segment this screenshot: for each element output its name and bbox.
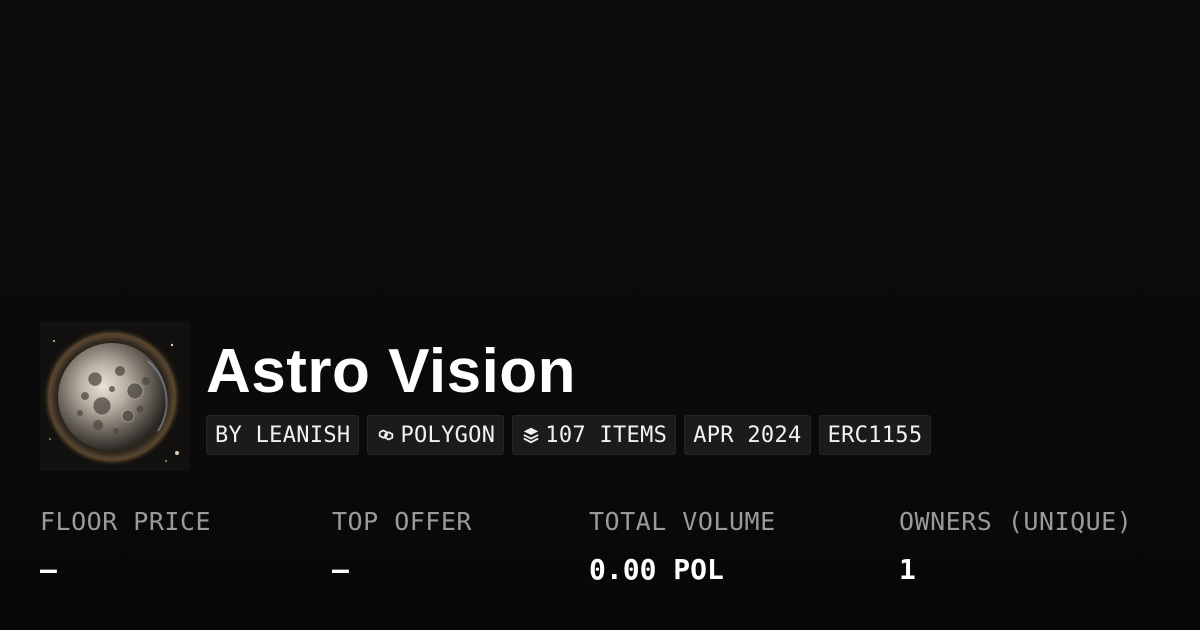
collection-stats: FLOOR PRICE — TOP OFFER — TOTAL VOLUME 0… xyxy=(0,500,1200,610)
owners-stat: OWNERS (UNIQUE) 1 xyxy=(899,500,1132,590)
chain-tag[interactable]: POLYGON xyxy=(367,415,505,455)
items-tag-label: 107 ITEMS xyxy=(545,422,668,448)
total-volume-stat: TOTAL VOLUME 0.00 POL xyxy=(589,500,776,590)
chain-tag-label: POLYGON xyxy=(400,422,496,448)
moon-image xyxy=(40,321,190,471)
floor-price-stat: FLOOR PRICE — xyxy=(40,500,211,590)
floor-price-value: — xyxy=(40,553,57,586)
total-volume-value: 0.00 POL xyxy=(589,553,724,586)
top-offer-label: TOP OFFER xyxy=(332,507,472,536)
collection-tags: BY LEANISH POLYGON 107 ITEMS APR 2024 ER… xyxy=(206,415,932,455)
layers-icon xyxy=(521,425,541,445)
items-tag: 107 ITEMS xyxy=(512,415,677,455)
owners-value: 1 xyxy=(899,553,916,586)
floor-price-label: FLOOR PRICE xyxy=(40,507,212,536)
total-volume-label: TOTAL VOLUME xyxy=(589,507,776,536)
collection-title: Astro Vision xyxy=(206,337,577,406)
polygon-chain-icon xyxy=(376,425,396,445)
date-tag-label: APR 2024 xyxy=(693,422,802,448)
standard-tag-label: ERC1155 xyxy=(827,422,923,448)
top-offer-value: — xyxy=(332,553,349,586)
standard-tag: ERC1155 xyxy=(818,415,932,455)
creator-tag-label: BY LEANISH xyxy=(215,422,351,448)
collection-avatar xyxy=(40,321,190,471)
collection-card: Astro Vision BY LEANISH POLYGON 107 ITEM… xyxy=(0,0,1200,630)
top-offer-stat: TOP OFFER — xyxy=(332,500,472,590)
owners-label: OWNERS (UNIQUE) xyxy=(899,507,1133,536)
date-tag: APR 2024 xyxy=(684,415,811,455)
creator-tag[interactable]: BY LEANISH xyxy=(206,415,360,455)
